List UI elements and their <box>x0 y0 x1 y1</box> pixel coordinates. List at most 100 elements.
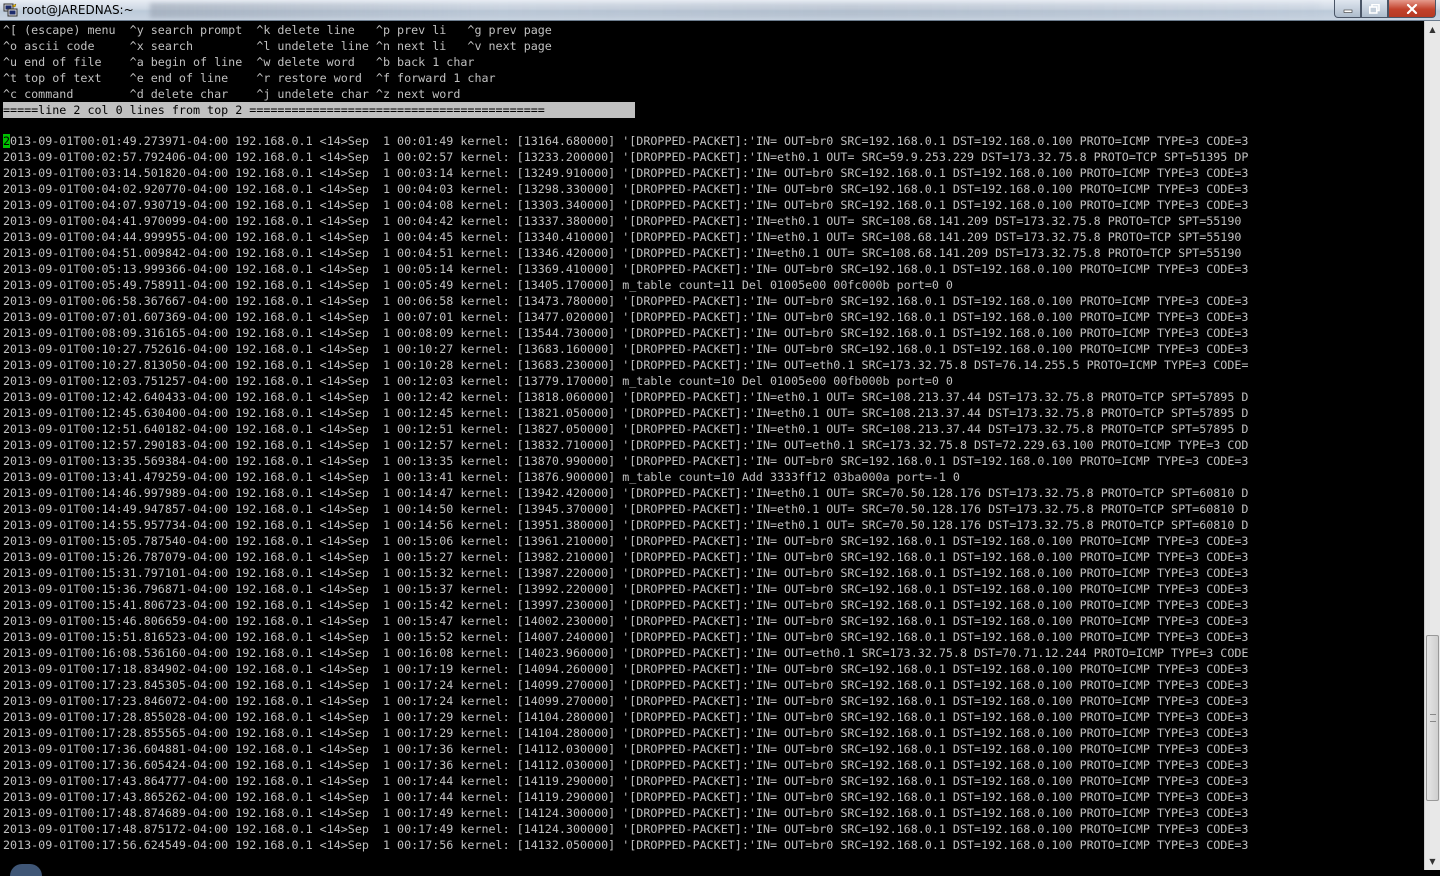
log-line: 2013-09-01T00:15:31.797101-04:00 192.168… <box>0 565 1424 581</box>
log-line-text: 013-09-01T00:01:49.273971-04:00 192.168.… <box>10 134 1249 148</box>
editor-menu-line: ^o ascii code ^x search ^l undelete line… <box>3 39 552 53</box>
log-line: 2013-09-01T00:17:43.864777-04:00 192.168… <box>0 773 1424 789</box>
log-line: 2013-09-01T00:13:41.479259-04:00 192.168… <box>0 469 1424 485</box>
log-line: 2013-09-01T00:17:56.624549-04:00 192.168… <box>0 837 1424 853</box>
log-line-text: 2013-09-01T00:15:36.796871-04:00 192.168… <box>3 582 1249 596</box>
scroll-down-button[interactable]: ▼ <box>1425 853 1440 870</box>
log-line-text: 2013-09-01T00:04:02.920770-04:00 192.168… <box>3 182 1249 196</box>
editor-menu-line: ^t top of text ^e end of line ^r restore… <box>3 71 496 85</box>
log-line-text: 2013-09-01T00:17:36.605424-04:00 192.168… <box>3 758 1249 772</box>
log-line-text: 2013-09-01T00:17:48.875172-04:00 192.168… <box>3 822 1249 836</box>
log-line: 2013-09-01T00:12:57.290183-04:00 192.168… <box>0 437 1424 453</box>
log-line-text: 2013-09-01T00:04:44.999955-04:00 192.168… <box>3 230 1242 244</box>
log-line: 2013-09-01T00:16:08.536160-04:00 192.168… <box>0 645 1424 661</box>
minimize-icon <box>1343 9 1352 13</box>
log-line: 2013-09-01T00:15:05.787540-04:00 192.168… <box>0 533 1424 549</box>
log-line-text: 2013-09-01T00:12:03.751257-04:00 192.168… <box>3 374 953 388</box>
scrollbar-grip-icon <box>1430 714 1436 723</box>
log-line-text: 2013-09-01T00:17:23.846072-04:00 192.168… <box>3 694 1249 708</box>
log-line: 2013-09-01T00:14:55.957734-04:00 192.168… <box>0 517 1424 533</box>
log-line: 2013-09-01T00:12:42.640433-04:00 192.168… <box>0 389 1424 405</box>
log-line-text: 2013-09-01T00:17:28.855028-04:00 192.168… <box>3 710 1249 724</box>
log-line-text: 2013-09-01T00:12:51.640182-04:00 192.168… <box>3 422 1249 436</box>
log-line-text: 2013-09-01T00:15:51.816523-04:00 192.168… <box>3 630 1249 644</box>
taskbar-start-orb <box>10 864 42 876</box>
log-line-text: 2013-09-01T00:17:18.834902-04:00 192.168… <box>3 662 1249 676</box>
log-line: 2013-09-01T00:01:49.273971-04:00 192.168… <box>0 133 1424 149</box>
scroll-down-icon: ▼ <box>1429 857 1436 866</box>
log-line: 2013-09-01T00:04:02.920770-04:00 192.168… <box>0 181 1424 197</box>
log-line: 2013-09-01T00:12:51.640182-04:00 192.168… <box>0 421 1424 437</box>
log-line-text: 2013-09-01T00:12:42.640433-04:00 192.168… <box>3 390 1249 404</box>
log-line-text: 2013-09-01T00:10:27.813050-04:00 192.168… <box>3 358 1249 372</box>
log-line: 2013-09-01T00:17:36.604881-04:00 192.168… <box>0 741 1424 757</box>
log-line: 2013-09-01T00:04:41.970099-04:00 192.168… <box>0 213 1424 229</box>
log-line: 2013-09-01T00:05:49.758911-04:00 192.168… <box>0 277 1424 293</box>
vertical-scrollbar[interactable]: ▲ ▼ <box>1424 21 1440 870</box>
text-cursor: 2 <box>3 134 11 148</box>
log-line: 2013-09-01T00:15:41.806723-04:00 192.168… <box>0 597 1424 613</box>
log-line-text: 2013-09-01T00:17:23.845305-04:00 192.168… <box>3 678 1249 692</box>
editor-status-line: =====line 2 col 0 lines from top 2 =====… <box>3 102 635 118</box>
log-line-text: 2013-09-01T00:07:01.607369-04:00 192.168… <box>3 310 1249 324</box>
log-line-text: 2013-09-01T00:15:26.787079-04:00 192.168… <box>3 550 1249 564</box>
log-line-text: 2013-09-01T00:16:08.536160-04:00 192.168… <box>3 646 1249 660</box>
log-line-text: 2013-09-01T00:15:05.787540-04:00 192.168… <box>3 534 1249 548</box>
log-text-area[interactable]: 2013-09-01T00:01:49.273971-04:00 192.168… <box>0 133 1424 853</box>
scroll-up-icon: ▲ <box>1429 25 1436 34</box>
log-line: 2013-09-01T00:12:45.630400-04:00 192.168… <box>0 405 1424 421</box>
editor-menu-line: ^c command ^d delete char ^j undelete ch… <box>3 87 461 101</box>
log-line: 2013-09-01T00:17:48.875172-04:00 192.168… <box>0 821 1424 837</box>
editor-menu-line: ^u end of file ^a begin of line ^w delet… <box>3 55 475 69</box>
log-line-text: 2013-09-01T00:03:14.501820-04:00 192.168… <box>3 166 1249 180</box>
log-line: 2013-09-01T00:15:51.816523-04:00 192.168… <box>0 629 1424 645</box>
editor-menu-line: ^[ (escape) menu ^y search prompt ^k del… <box>3 23 552 37</box>
window-title-bar[interactable]: root@JAREDNAS:~ <box>0 0 1440 21</box>
log-line-text: 2013-09-01T00:13:41.479259-04:00 192.168… <box>3 470 960 484</box>
log-line-text: 2013-09-01T00:10:27.752616-04:00 192.168… <box>3 342 1249 356</box>
blurred-title-area <box>150 3 1320 18</box>
terminal-screen[interactable]: ^[ (escape) menu ^y search prompt ^k del… <box>0 21 1424 870</box>
log-line-text: 2013-09-01T00:15:31.797101-04:00 192.168… <box>3 566 1249 580</box>
scroll-up-button[interactable]: ▲ <box>1425 21 1440 38</box>
log-line-text: 2013-09-01T00:13:35.569384-04:00 192.168… <box>3 454 1249 468</box>
log-line: 2013-09-01T00:17:23.846072-04:00 192.168… <box>0 693 1424 709</box>
log-line-text: 2013-09-01T00:15:46.806659-04:00 192.168… <box>3 614 1249 628</box>
log-line-text: 2013-09-01T00:17:56.624549-04:00 192.168… <box>3 838 1249 852</box>
log-line: 2013-09-01T00:04:07.930719-04:00 192.168… <box>0 197 1424 213</box>
log-line: 2013-09-01T00:07:01.607369-04:00 192.168… <box>0 309 1424 325</box>
maximize-button[interactable] <box>1361 0 1388 18</box>
log-line: 2013-09-01T00:02:57.792406-04:00 192.168… <box>0 149 1424 165</box>
log-line: 2013-09-01T00:08:09.316165-04:00 192.168… <box>0 325 1424 341</box>
log-line: 2013-09-01T00:14:46.997989-04:00 192.168… <box>0 485 1424 501</box>
log-line: 2013-09-01T00:12:03.751257-04:00 192.168… <box>0 373 1424 389</box>
minimize-button[interactable] <box>1334 0 1361 18</box>
close-icon <box>1406 3 1418 14</box>
log-line-text: 2013-09-01T00:14:55.957734-04:00 192.168… <box>3 518 1249 532</box>
log-line-text: 2013-09-01T00:17:28.855565-04:00 192.168… <box>3 726 1249 740</box>
log-line-text: 2013-09-01T00:06:58.367667-04:00 192.168… <box>3 294 1249 308</box>
scrollbar-thumb[interactable] <box>1426 635 1439 802</box>
log-line: 2013-09-01T00:17:28.855565-04:00 192.168… <box>0 725 1424 741</box>
log-line: 2013-09-01T00:17:23.845305-04:00 192.168… <box>0 677 1424 693</box>
log-line: 2013-09-01T00:05:13.999366-04:00 192.168… <box>0 261 1424 277</box>
log-line-text: 2013-09-01T00:04:41.970099-04:00 192.168… <box>3 214 1242 228</box>
window-title: root@JAREDNAS:~ <box>22 3 134 17</box>
log-line: 2013-09-01T00:17:43.865262-04:00 192.168… <box>0 789 1424 805</box>
log-line-text: 2013-09-01T00:15:41.806723-04:00 192.168… <box>3 598 1249 612</box>
log-line: 2013-09-01T00:06:58.367667-04:00 192.168… <box>0 293 1424 309</box>
log-line-text: 2013-09-01T00:17:36.604881-04:00 192.168… <box>3 742 1249 756</box>
log-line-text: 2013-09-01T00:05:13.999366-04:00 192.168… <box>3 262 1249 276</box>
log-line-text: 2013-09-01T00:04:51.009842-04:00 192.168… <box>3 246 1242 260</box>
log-line-text: 2013-09-01T00:12:45.630400-04:00 192.168… <box>3 406 1249 420</box>
log-line-text: 2013-09-01T00:17:43.864777-04:00 192.168… <box>3 774 1249 788</box>
log-line-text: 2013-09-01T00:14:49.947857-04:00 192.168… <box>3 502 1249 516</box>
close-button[interactable] <box>1388 0 1436 18</box>
log-line-text: 2013-09-01T00:04:07.930719-04:00 192.168… <box>3 198 1249 212</box>
log-line: 2013-09-01T00:10:27.813050-04:00 192.168… <box>0 357 1424 373</box>
log-line-text: 2013-09-01T00:17:48.874689-04:00 192.168… <box>3 806 1249 820</box>
restore-icon <box>1369 3 1380 14</box>
log-line: 2013-09-01T00:17:36.605424-04:00 192.168… <box>0 757 1424 773</box>
log-line-text: 2013-09-01T00:14:46.997989-04:00 192.168… <box>3 486 1249 500</box>
log-line: 2013-09-01T00:13:35.569384-04:00 192.168… <box>0 453 1424 469</box>
